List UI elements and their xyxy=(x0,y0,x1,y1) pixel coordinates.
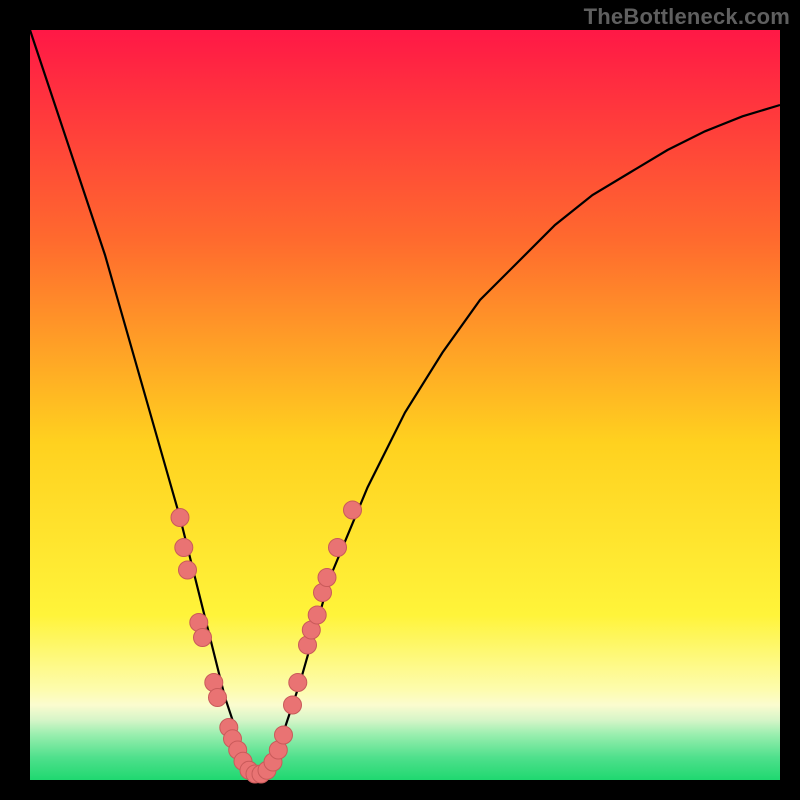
sample-point xyxy=(318,569,336,587)
sample-point xyxy=(194,629,212,647)
sample-point xyxy=(284,696,302,714)
sample-point xyxy=(171,509,189,527)
sample-point xyxy=(344,501,362,519)
sample-point xyxy=(175,539,193,557)
sample-point xyxy=(209,689,227,707)
sample-point xyxy=(275,726,293,744)
chart-frame: TheBottleneck.com xyxy=(0,0,800,800)
sample-point xyxy=(329,539,347,557)
plot-background xyxy=(30,30,780,780)
sample-point xyxy=(308,606,326,624)
sample-point xyxy=(289,674,307,692)
watermark-text: TheBottleneck.com xyxy=(584,4,790,30)
sample-point xyxy=(179,561,197,579)
chart-svg xyxy=(0,0,800,800)
